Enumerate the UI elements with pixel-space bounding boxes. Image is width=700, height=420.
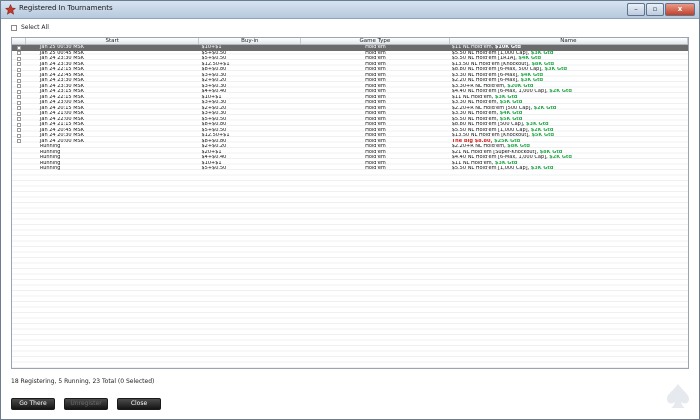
tournament-name-text: $5.50 NL Hold'em [1R1A], [451, 56, 519, 61]
guarantee-badge: $2K Gtd [549, 89, 572, 94]
guarantee-badge: $4K Gtd [518, 56, 542, 61]
tournament-name-text: $8.80 NL Hold'em [500 Cap], [451, 122, 526, 127]
guarantee-badge: $3K Gtd [494, 160, 518, 166]
guarantee-badge: $8K Gtd [539, 149, 563, 155]
tournament-name-text: $8.80 NL Hold'em [6-Max, 500 Cap], [451, 67, 545, 72]
tournament-name-text: $3.30 NL Hold'em [6-Max], [451, 72, 521, 78]
row-checkbox[interactable] [16, 73, 21, 78]
tournament-name-text: $11 NL Hold'em, [451, 160, 495, 166]
start-time: Running [39, 166, 61, 171]
row-checkbox[interactable] [16, 45, 21, 50]
guarantee-badge: $3K Gtd [544, 67, 568, 72]
status-summary: 18 Registering, 5 Running, 23 Total (0 S… [11, 378, 155, 385]
tournament-name-text: $5.50 NL Hold'em [1,000 Cap], [451, 166, 531, 171]
guarantee-badge: $3K Gtd [525, 122, 549, 127]
row-checkbox[interactable] [16, 62, 21, 67]
guarantee-badge: $3K Gtd [494, 94, 518, 100]
row-checkbox[interactable] [16, 117, 21, 122]
unregister-button[interactable]: Unregister [64, 398, 108, 410]
close-button[interactable]: Close [117, 398, 161, 410]
row-checkbox[interactable] [16, 56, 21, 61]
guarantee-badge: $8K Gtd [531, 61, 555, 67]
select-all-label: Select All [21, 24, 49, 31]
row-checkbox[interactable] [16, 67, 21, 72]
table-row[interactable]: Running $5+$0.50 Hold'em $5.50 NL Hold'em [… [12, 166, 688, 172]
row-checkbox[interactable] [16, 89, 21, 94]
select-all-checkbox[interactable] [11, 24, 17, 31]
buyin: $5+$0.50 [201, 166, 227, 171]
maximize-button[interactable]: ▫ [646, 3, 664, 16]
tournament-name: $5.50 NL Hold'em [1,000 Cap], $3K Gtd [450, 166, 688, 172]
close-window-button[interactable]: x [665, 3, 695, 16]
pokerstars-icon [5, 4, 16, 15]
tournament-name-text: $3.30+R NL Hold'em, [451, 83, 508, 89]
registered-tournaments-window: Registered In Tournaments – ▫ x Select A… [0, 0, 700, 420]
tournament-name-text: $2.20+R NL Hold'em, [451, 144, 508, 149]
row-checkbox[interactable] [16, 111, 21, 116]
header-start[interactable]: Start [26, 38, 200, 44]
row-checkbox[interactable] [16, 106, 21, 111]
guarantee-badge: $2K Gtd [549, 155, 572, 160]
table-header: Start Buy-in Game Type Name [12, 38, 688, 45]
tournament-name-text: $4.40 NL Hold'em [6-Max, 1,000 Cap], [451, 155, 550, 160]
tournament-name-text: $5.50 NL Hold'em [1,000 Cap], [451, 50, 531, 56]
row-checkbox[interactable] [16, 95, 21, 100]
tournament-name-text: $13.50 NL Hold'em [Knockout], [451, 61, 532, 67]
row-checkbox[interactable] [16, 100, 21, 105]
tournament-name-text: $11 NL Hold'em, [451, 94, 495, 100]
tournament-name-text: $3.30 NL Hold'em, [451, 111, 500, 116]
guarantee-badge: $3K Gtd [530, 166, 554, 171]
row-checkbox[interactable] [16, 122, 21, 127]
window-controls: – ▫ x [626, 3, 695, 16]
go-there-button[interactable]: Go There [11, 398, 55, 410]
title-bar[interactable]: Registered In Tournaments – ▫ x [1, 1, 699, 19]
tournament-name-text: $2.20+R NL Hold'em [500 Cap], [451, 105, 534, 111]
minimize-button[interactable]: – [627, 3, 645, 16]
guarantee-badge: $3K Gtd [520, 78, 544, 83]
header-game-type[interactable]: Game Type [301, 38, 450, 44]
table-body: Jan 25 00:30 MSK $10+$1 Hold'em $11 NL Hold… [12, 45, 688, 172]
header-checkbox-column [12, 38, 26, 44]
row-checkbox-cell [12, 166, 26, 172]
tournament-name-text: $13.50 NL Hold'em [Knockout], [451, 133, 532, 138]
guarantee-badge: $5K Gtd [499, 116, 523, 122]
row-checkbox[interactable] [16, 128, 21, 133]
window-title: Registered In Tournaments [19, 4, 113, 12]
row-checkbox[interactable] [16, 133, 21, 138]
tournament-name-text: $21 NL Hold'em [Super-Knockout], [451, 149, 540, 155]
guarantee-badge: $5K Gtd [499, 100, 523, 105]
tournament-table: Start Buy-in Game Type Name Jan 25 00:30… [11, 37, 689, 369]
guarantee-badge: $20K Gtd [507, 83, 534, 89]
tournament-name-text: $3.30 NL Hold'em, [451, 100, 500, 105]
row-checkbox[interactable] [16, 84, 21, 89]
tournament-name-text: $5.50 NL Hold'em [1,000 Cap], [451, 127, 531, 133]
header-buyin[interactable]: Buy-in [199, 38, 302, 44]
select-all[interactable]: Select All [11, 24, 49, 31]
spade-watermark-icon [667, 384, 689, 408]
row-checkbox[interactable] [16, 78, 21, 83]
guarantee-badge: $3K Gtd [530, 50, 554, 56]
header-name[interactable]: Name [450, 38, 688, 44]
guarantee-badge: $4K Gtd [499, 111, 523, 116]
guarantee-badge: $5K Gtd [531, 133, 555, 138]
row-checkbox[interactable] [16, 139, 21, 144]
guarantee-badge: $4K Gtd [520, 72, 544, 78]
guarantee-badge: $10K Gtd [494, 45, 521, 50]
guarantee-badge: $2K Gtd [530, 127, 554, 133]
button-bar: Go There Unregister Close [11, 398, 170, 410]
guarantee-badge: $25K Gtd [494, 138, 521, 144]
tournament-name-text: $11 NL Hold'em, [451, 45, 495, 50]
featured-tournament-name: The Big $8.80, [451, 138, 495, 144]
tournament-name-text: $4.40 NL Hold'em [6-Max, 1,000 Cap], [451, 89, 550, 94]
tournament-name-text: $5.50 NL Hold'em, [451, 116, 500, 122]
guarantee-badge: $8K Gtd [507, 144, 530, 149]
row-checkbox[interactable] [16, 51, 21, 56]
tournament-name-text: $2.20 NL Hold'em [6-Max], [451, 78, 521, 83]
guarantee-badge: $2K Gtd [533, 105, 557, 111]
game-type: Hold'em [365, 166, 386, 171]
